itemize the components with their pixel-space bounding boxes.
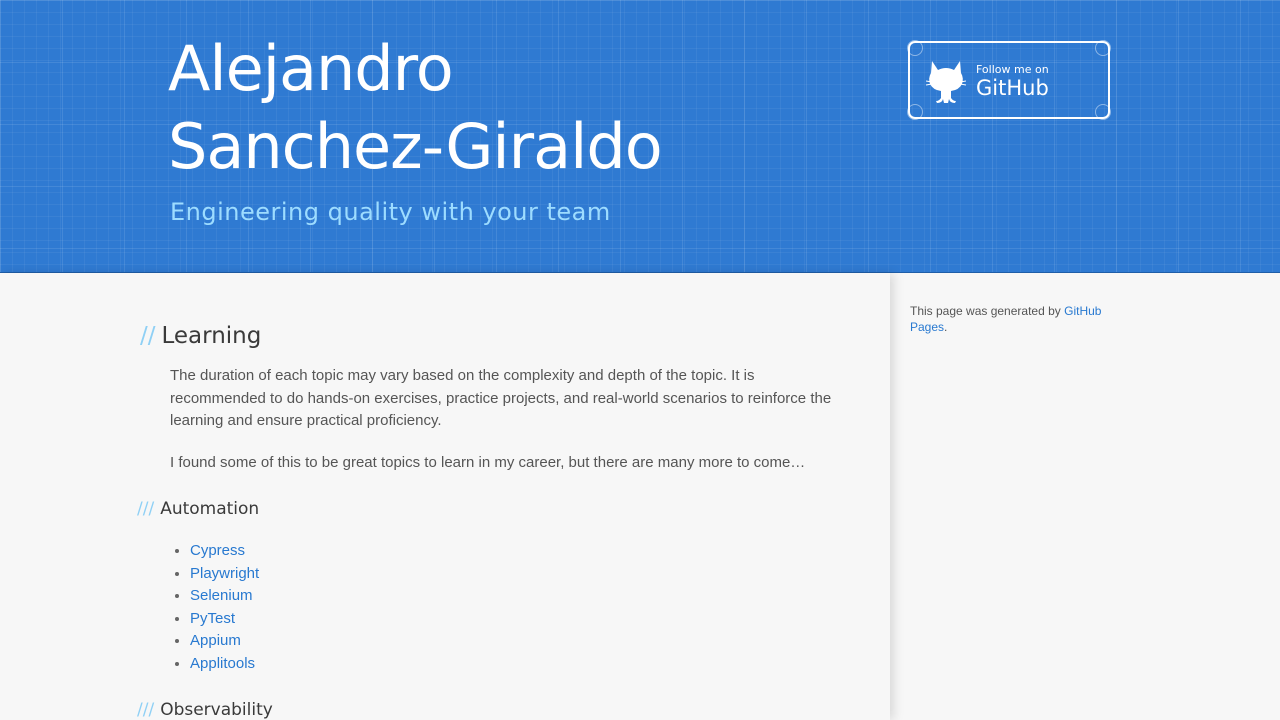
link-selenium[interactable]: Selenium bbox=[190, 587, 253, 604]
generated-by-text: This page was generated by bbox=[910, 304, 1065, 318]
link-pytest[interactable]: PyTest bbox=[190, 610, 235, 627]
subsection-heading-observability: /// Observability bbox=[137, 700, 273, 720]
banner-corner-decoration bbox=[1095, 40, 1111, 56]
subsection-heading-text: Automation bbox=[160, 499, 260, 519]
main-content bbox=[0, 273, 890, 720]
link-applitools[interactable]: Applitools bbox=[190, 655, 255, 672]
list-item: Cypress bbox=[190, 540, 259, 563]
career-paragraph: I found some of this to be great topics … bbox=[170, 454, 806, 471]
link-cypress[interactable]: Cypress bbox=[190, 542, 245, 559]
heading-prefix: /// bbox=[137, 499, 155, 519]
subsection-heading-text: Observability bbox=[160, 700, 273, 720]
heading-prefix: // bbox=[140, 323, 156, 349]
link-appium[interactable]: Appium bbox=[190, 632, 241, 649]
banner-corner-decoration bbox=[1095, 104, 1111, 120]
section-heading-text: Learning bbox=[161, 323, 262, 349]
github-label: GitHub bbox=[976, 76, 1049, 100]
follow-label: Follow me on bbox=[976, 63, 1049, 76]
banner-corner-decoration bbox=[907, 40, 923, 56]
octocat-icon bbox=[926, 61, 966, 103]
section-heading-learning: //Learning bbox=[140, 323, 261, 349]
list-item: Selenium bbox=[190, 585, 259, 608]
automation-list: Cypress Playwright Selenium PyTest Appiu… bbox=[170, 540, 259, 675]
generated-suffix: . bbox=[944, 320, 948, 334]
site-header: Alejandro Sanchez-Giraldo Engineering qu… bbox=[0, 0, 1280, 273]
sidebar: This page was generated by GitHub Pages. bbox=[910, 303, 1110, 335]
list-item: Appium bbox=[190, 630, 259, 653]
list-item: Applitools bbox=[190, 653, 259, 676]
heading-prefix: /// bbox=[137, 700, 155, 720]
intro-paragraph: The duration of each topic may vary base… bbox=[170, 367, 832, 429]
banner-corner-decoration bbox=[907, 104, 923, 120]
link-playwright[interactable]: Playwright bbox=[190, 565, 259, 582]
subsection-heading-automation: /// Automation bbox=[137, 499, 259, 519]
follow-github-button[interactable]: Follow me on GitHub bbox=[907, 40, 1111, 120]
site-title: Alejandro Sanchez-Giraldo bbox=[168, 32, 663, 183]
list-item: Playwright bbox=[190, 563, 259, 586]
list-item: PyTest bbox=[190, 608, 259, 631]
site-tagline: Engineering quality with your team bbox=[170, 198, 611, 226]
